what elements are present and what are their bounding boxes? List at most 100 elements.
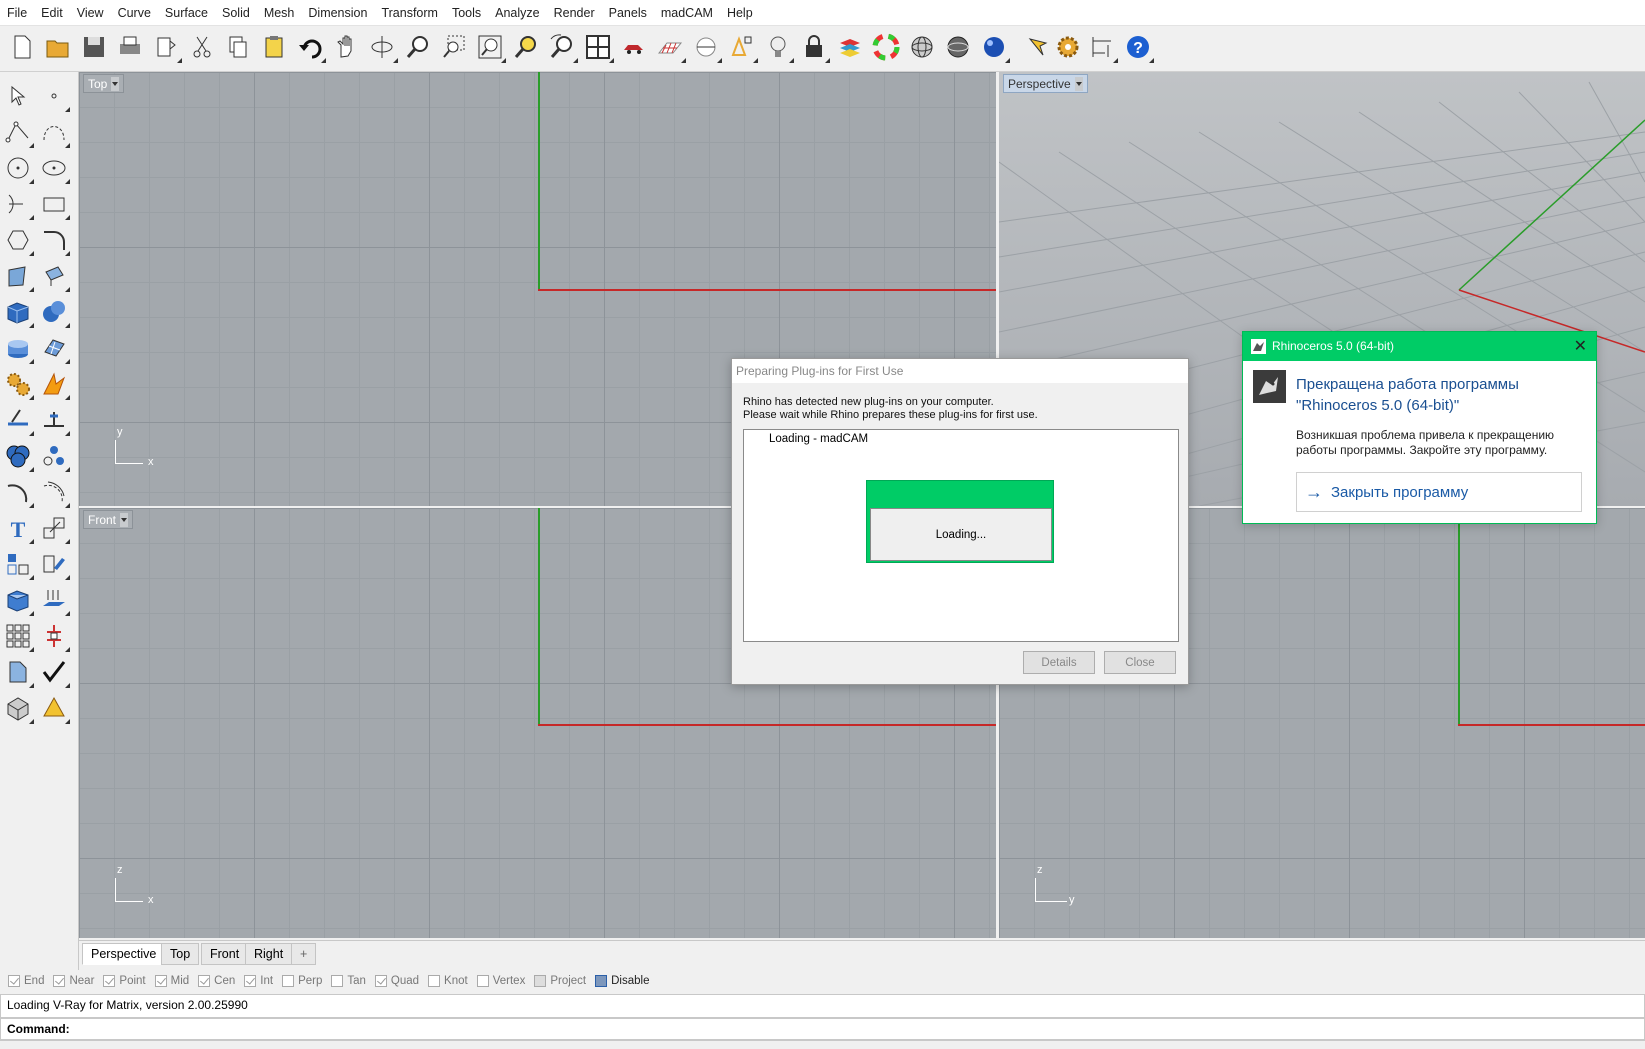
dimension-tool-icon[interactable] — [38, 692, 70, 724]
close-program-button[interactable]: → Закрыть программу — [1296, 472, 1582, 512]
osnap-checkbox[interactable] — [244, 975, 257, 987]
tab-right[interactable]: Right — [245, 943, 293, 965]
osnap-cen[interactable]: Cen — [198, 975, 235, 987]
open-icon[interactable] — [42, 31, 74, 63]
boolean-union-icon[interactable] — [2, 440, 34, 472]
select-arrow-icon[interactable] — [2, 80, 34, 112]
arc-icon[interactable] — [2, 188, 34, 220]
wireframe-sphere-icon[interactable] — [906, 31, 938, 63]
layer-icon[interactable] — [834, 31, 866, 63]
ellipse-icon[interactable] — [38, 152, 70, 184]
boolean-split-icon[interactable] — [38, 440, 70, 472]
menu-solid[interactable]: Solid — [215, 0, 257, 25]
sphere-icon[interactable] — [38, 296, 70, 328]
menu-help[interactable]: Help — [720, 0, 760, 25]
osnap-checkbox[interactable] — [282, 975, 295, 987]
circle-icon[interactable] — [2, 152, 34, 184]
project-icon[interactable] — [38, 584, 70, 616]
text-icon[interactable]: T — [2, 512, 34, 544]
gumball-icon[interactable] — [38, 620, 70, 652]
solid-box-icon[interactable] — [2, 584, 34, 616]
tab-top[interactable]: Top — [161, 943, 200, 965]
close-button[interactable]: Close — [1104, 651, 1176, 674]
import-icon[interactable] — [150, 31, 182, 63]
explode-icon[interactable] — [38, 368, 70, 400]
four-viewports-icon[interactable] — [582, 31, 614, 63]
osnap-perp[interactable]: Perp — [282, 975, 322, 987]
chevron-down-icon[interactable] — [111, 76, 120, 91]
zoom-selected-icon[interactable] — [510, 31, 542, 63]
print-icon[interactable] — [114, 31, 146, 63]
osnap-quad[interactable]: Quad — [374, 975, 419, 987]
mesh-icon[interactable] — [38, 332, 70, 364]
shaded-sphere-icon[interactable] — [942, 31, 974, 63]
pencil-icon[interactable] — [38, 548, 70, 580]
viewport-label-perspective[interactable]: Perspective — [1003, 74, 1088, 93]
settings-gear-icon[interactable] — [1052, 31, 1084, 63]
menu-transform[interactable]: Transform — [374, 0, 445, 25]
array-move-icon[interactable] — [2, 548, 34, 580]
paste-icon[interactable] — [258, 31, 290, 63]
grid-array-icon[interactable] — [2, 620, 34, 652]
split-icon[interactable] — [2, 404, 34, 436]
tab-perspective[interactable]: Perspective — [82, 943, 166, 965]
menu-surface[interactable]: Surface — [158, 0, 215, 25]
pan-icon[interactable] — [330, 31, 362, 63]
osnap-checkbox[interactable] — [154, 975, 167, 987]
render-tools-icon[interactable] — [2, 692, 34, 724]
osnap-checkbox[interactable] — [198, 975, 211, 987]
new-icon[interactable] — [6, 31, 38, 63]
surface-icon[interactable] — [2, 260, 34, 292]
osnap-checkbox[interactable] — [428, 975, 441, 987]
osnap-checkbox[interactable] — [476, 975, 489, 987]
menu-dimension[interactable]: Dimension — [301, 0, 374, 25]
close-icon[interactable]: ✕ — [1574, 332, 1587, 361]
offset-curve-icon[interactable] — [38, 476, 70, 508]
cylinder-icon[interactable] — [2, 332, 34, 364]
check-icon[interactable] — [38, 656, 70, 688]
curve-icon[interactable] — [38, 116, 70, 148]
color-wheel-icon[interactable] — [870, 31, 902, 63]
rotate-view-icon[interactable] — [366, 31, 398, 63]
light-icon[interactable] — [762, 31, 794, 63]
osnap-end[interactable]: End — [8, 975, 44, 987]
save-icon[interactable] — [78, 31, 110, 63]
zoom-icon[interactable] — [402, 31, 434, 63]
point-icon[interactable] — [38, 80, 70, 112]
extrude-curve-icon[interactable] — [38, 260, 70, 292]
osnap-knot[interactable]: Knot — [428, 975, 468, 987]
menu-view[interactable]: View — [70, 0, 111, 25]
osnap-vertex[interactable]: Vertex — [476, 975, 525, 987]
menu-madcam[interactable]: madCAM — [654, 0, 720, 25]
osnap-disable[interactable]: Disable — [595, 975, 649, 987]
trim-icon[interactable] — [38, 404, 70, 436]
osnap-checkbox[interactable] — [103, 975, 116, 987]
osnap-checkbox[interactable] — [53, 975, 66, 987]
osnap-tan[interactable]: Tan — [331, 975, 366, 987]
menu-tools[interactable]: Tools — [445, 0, 488, 25]
menu-mesh[interactable]: Mesh — [257, 0, 302, 25]
osnap-project[interactable]: Project — [534, 975, 586, 987]
menu-analyze[interactable]: Analyze — [488, 0, 546, 25]
osnap-icon[interactable] — [726, 31, 758, 63]
analyze-icon[interactable] — [2, 656, 34, 688]
osnap-checkbox[interactable] — [374, 975, 387, 987]
osnap-checkbox[interactable] — [534, 975, 547, 987]
zoom-extents-icon[interactable] — [474, 31, 506, 63]
polygon-icon[interactable] — [2, 224, 34, 256]
lock-icon[interactable] — [798, 31, 830, 63]
help-icon[interactable]: ? — [1122, 31, 1154, 63]
viewport-label-front[interactable]: Front — [83, 510, 134, 529]
car-icon[interactable] — [618, 31, 650, 63]
cut-icon[interactable] — [186, 31, 218, 63]
fillet-edge-icon[interactable] — [2, 476, 34, 508]
copy-icon[interactable] — [222, 31, 254, 63]
menu-file[interactable]: File — [0, 0, 34, 25]
add-viewport-tab-button[interactable]: + — [291, 943, 317, 965]
osnap-checkbox[interactable] — [595, 975, 608, 987]
grid-plane-icon[interactable] — [654, 31, 686, 63]
viewport-label-top[interactable]: Top — [83, 74, 125, 93]
osnap-checkbox[interactable] — [331, 975, 344, 987]
chevron-down-icon[interactable] — [120, 512, 129, 527]
gear-tools-icon[interactable] — [2, 368, 34, 400]
